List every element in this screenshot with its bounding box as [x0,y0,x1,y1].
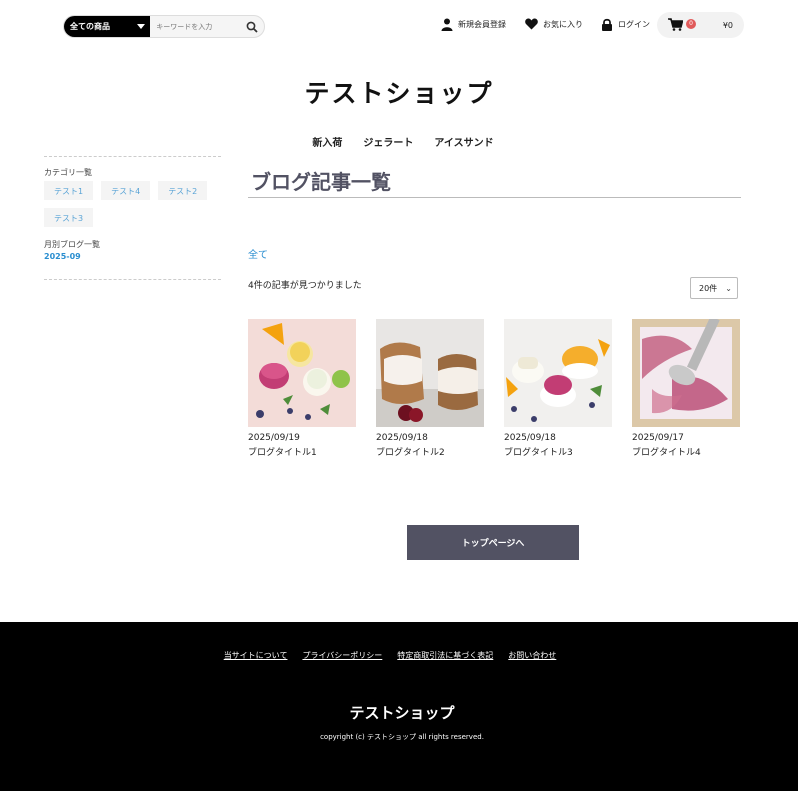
signup-link[interactable]: 新規会員登録 [441,18,506,31]
post-title[interactable]: ブログタイトル2 [376,445,484,458]
gnav-item-gelato[interactable]: ジェラート [363,134,413,149]
global-nav: 新入荷 ジェラート アイスサンド [0,134,798,149]
post-card[interactable]: 2025/09/19 ブログタイトル1 [248,319,356,458]
monthly-heading: 月別ブログ一覧 [44,240,100,249]
month-link[interactable]: 2025-09 [44,252,221,261]
post-thumbnail[interactable] [504,319,612,427]
footer-shop-title[interactable]: テストショップ [0,702,798,723]
search-category-label: 全ての商品 [70,22,110,31]
category-tag[interactable]: テスト1 [44,181,94,200]
category-tag[interactable]: テスト4 [101,181,151,200]
footer-link-contact[interactable]: お問い合わせ [508,650,556,661]
copyright: copyright (c) テストショップ all rights reserve… [320,733,484,741]
favorites-label: お気に入り [543,19,583,29]
per-page-select[interactable]: 20件 ⌄ [690,277,738,299]
post-date: 2025/09/18 [376,433,428,443]
filter-all-link[interactable]: 全て [248,246,268,261]
category-tags: テスト1 テスト4 テスト2 テスト3 [44,181,221,227]
search-bar: 全ての商品 [63,15,265,38]
per-page-value: 20件 [699,283,718,293]
post-title[interactable]: ブログタイトル1 [248,445,356,458]
footer-link-tokushoho[interactable]: 特定商取引法に基づく表記 [397,650,493,661]
gnav-item-new[interactable]: 新入荷 [312,134,342,149]
sidebar: カテゴリ一覧 テスト1 テスト4 テスト2 テスト3 月別ブログ一覧 2025-… [44,156,221,280]
post-thumbnail[interactable] [632,319,740,427]
search-category-select[interactable]: 全ての商品 [64,16,151,37]
footer-link-about[interactable]: 当サイトについて [224,650,288,661]
page-title: ブログ記事一覧 [248,166,741,198]
favorites-link[interactable]: お気に入り [525,18,583,30]
cart-button[interactable]: 0 ¥0 [657,12,744,38]
search-button[interactable] [240,16,264,37]
post-thumbnail[interactable] [248,319,356,427]
cart-total: ¥0 [722,21,733,30]
post-date: 2025/09/17 [632,433,684,443]
post-card[interactable]: 2025/09/18 ブログタイトル3 [504,319,612,458]
cart-count-badge: 0 [686,19,696,29]
category-tag[interactable]: テスト3 [44,208,94,227]
post-date: 2025/09/19 [248,433,300,443]
post-title[interactable]: ブログタイトル3 [504,445,612,458]
gnav-item-ice-sand[interactable]: アイスサンド [434,134,493,149]
search-input[interactable] [150,16,241,37]
result-count: 4件の記事が見つかりました [248,281,362,291]
post-date: 2025/09/18 [504,433,556,443]
category-tag[interactable]: テスト2 [158,181,208,200]
chevron-down-icon [137,24,146,29]
category-heading: カテゴリ一覧 [44,168,92,177]
footer-links: 当サイトについて プライバシーポリシー 特定商取引法に基づく表記 お問い合わせ [0,650,798,661]
login-link[interactable]: ログイン [601,18,650,31]
heart-icon [525,18,538,30]
post-card[interactable]: 2025/09/17 ブログタイトル4 [632,319,740,458]
footer: 当サイトについて プライバシーポリシー 特定商取引法に基づく表記 お問い合わせ … [0,622,798,791]
chevron-down-icon: ⌄ [725,284,732,293]
footer-link-privacy[interactable]: プライバシーポリシー [302,650,382,661]
user-icon [441,18,453,31]
post-title[interactable]: ブログタイトル4 [632,445,740,458]
post-card[interactable]: 2025/09/18 ブログタイトル2 [376,319,484,458]
post-list: 2025/09/19 ブログタイトル1 2025/09/18 ブログタイトル2 [248,319,740,458]
search-icon [246,21,258,33]
lock-icon [602,18,612,31]
signup-label: 新規会員登録 [458,20,506,29]
top-page-button[interactable]: トップページへ [407,525,579,560]
shop-title[interactable]: テストショップ [0,74,798,110]
post-thumbnail[interactable] [376,319,484,427]
cart-icon [668,18,683,31]
login-label: ログイン [618,20,650,29]
